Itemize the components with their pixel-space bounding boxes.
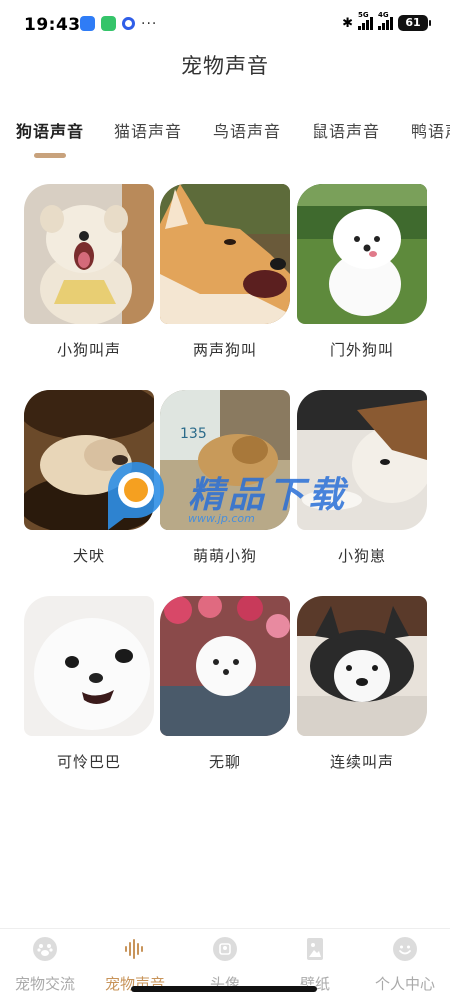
bluetooth-icon: ✱ <box>342 15 353 31</box>
tab-bird-sounds[interactable]: 鸟语声音 <box>213 118 281 142</box>
sound-card-cute-puppy[interactable]: 135 萌萌小狗 <box>160 390 290 565</box>
sound-card-label: 犬吠 <box>72 547 105 565</box>
nav-pet-community[interactable]: 宠物交流 <box>0 929 90 1001</box>
status-bar: 19:43 ··· ✱ 5G 4G 61 <box>0 0 450 52</box>
husky-lying-down-photo <box>297 390 427 530</box>
status-time: 19:43 <box>24 15 81 35</box>
status-notification-icons: ··· <box>80 16 157 31</box>
fluffy-white-dog-on-grass-photo <box>297 184 427 324</box>
signal-5g-label: 5G <box>358 11 369 19</box>
nav-profile[interactable]: 个人中心 <box>360 929 450 1001</box>
tab-cat-sounds[interactable]: 猫语声音 <box>114 118 182 142</box>
paw-icon <box>33 937 57 961</box>
sleeping-puppy-photo <box>24 390 154 530</box>
sound-card-label: 可怜巴巴 <box>56 753 121 771</box>
sound-card-label: 萌萌小狗 <box>192 547 257 565</box>
wallpaper-icon <box>307 938 323 960</box>
sound-wave-icon <box>125 939 143 959</box>
sound-card-label: 门外狗叫 <box>329 341 394 359</box>
signal-4g-icon: 4G <box>378 11 393 30</box>
active-tab-indicator <box>34 153 66 158</box>
sound-card-two-barks[interactable]: 两声狗叫 <box>160 184 290 359</box>
message-app-icon <box>101 16 116 31</box>
sound-card-label: 小狗崽 <box>337 547 386 565</box>
sound-card-continuous-bark[interactable]: 连续叫声 <box>297 596 427 771</box>
sound-card-puppy-bark[interactable]: 小狗叫声 <box>24 184 154 359</box>
home-indicator[interactable] <box>131 986 317 992</box>
sound-card-label: 两声狗叫 <box>192 341 257 359</box>
page-title: 宠物声音 <box>181 54 269 78</box>
more-notifications-icon: ··· <box>141 15 158 32</box>
sound-card-bored[interactable]: 无聊 <box>160 596 290 771</box>
sound-card-little-pup[interactable]: 小狗崽 <box>297 390 427 565</box>
tab-mouse-sounds[interactable]: 鼠语声音 <box>312 118 380 142</box>
signal-5g-icon: 5G <box>358 11 373 30</box>
tab-duck-sounds[interactable]: 鸭语声 <box>411 118 450 142</box>
category-tabs: 狗语声音 猫语声音 鸟语声音 鼠语声音 鸭语声 <box>0 118 450 164</box>
sound-card-pitiful[interactable]: 可怜巴巴 <box>24 596 154 771</box>
location-app-icon <box>80 16 95 31</box>
yawning-puppy-photo <box>24 184 154 324</box>
sound-card-door-bark[interactable]: 门外狗叫 <box>297 184 427 359</box>
svg-text:135: 135 <box>180 426 207 442</box>
sound-card-label: 无聊 <box>208 753 241 771</box>
barking-shiba-photo <box>160 184 290 324</box>
status-system-icons: ✱ 5G 4G 61 <box>342 11 431 31</box>
sound-card-label: 小狗叫声 <box>56 341 121 359</box>
sound-card-label: 连续叫声 <box>329 753 394 771</box>
avatar-frame-icon <box>213 937 237 961</box>
tab-dog-sounds[interactable]: 狗语声音 <box>16 118 84 142</box>
maltese-with-flowers-photo <box>160 596 290 736</box>
smiley-face-icon <box>393 937 417 961</box>
battery-icon: 61 <box>398 15 431 31</box>
puppy-in-basket-photo: 135 <box>160 390 290 530</box>
nav-label: 宠物交流 <box>14 975 75 993</box>
ring-app-icon <box>122 17 135 30</box>
white-pomeranian-photo <box>24 596 154 736</box>
sound-card-dog-barking[interactable]: 犬吠 <box>24 390 154 565</box>
signal-4g-label: 4G <box>378 11 389 19</box>
nav-label: 个人中心 <box>374 975 435 993</box>
husky-resting-on-floor-photo <box>297 596 427 736</box>
